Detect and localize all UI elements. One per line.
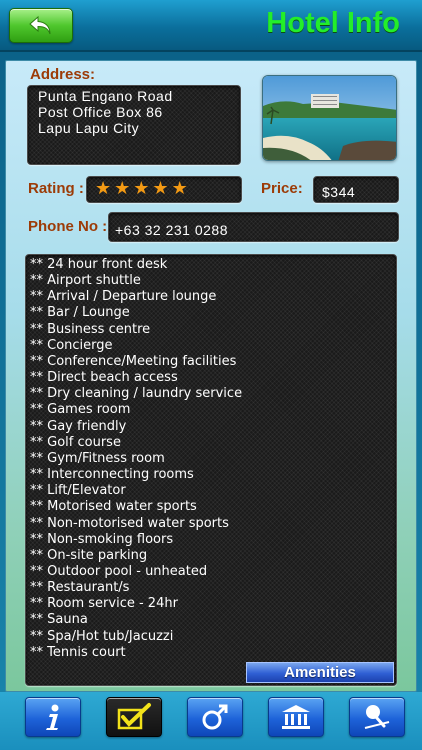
checkmark-icon [117, 703, 151, 730]
amenity-item: ** Sauna [30, 612, 88, 628]
tab-info[interactable] [25, 697, 81, 737]
rating-label: Rating : [28, 180, 84, 197]
phone-value[interactable]: +63 32 231 0288 [115, 222, 228, 238]
amenity-item: ** Outdoor pool - unheated [30, 563, 208, 579]
star-icon: ★ [171, 178, 188, 199]
amenity-item: ** Direct beach access [30, 370, 178, 386]
amenity-item: ** On-site parking [30, 547, 148, 563]
amenity-item: ** Gay friendly [30, 418, 127, 434]
hotel-photo [262, 75, 397, 161]
price-label: Price: [261, 180, 303, 197]
amenity-item: ** Interconnecting rooms [30, 467, 194, 483]
amenity-item: ** Business centre [30, 321, 151, 337]
back-button[interactable] [9, 8, 73, 43]
address-line: Punta Engano Road [38, 88, 173, 104]
amenity-item: ** Tennis court [30, 644, 126, 660]
rating-stars: ★ ★ ★ ★ ★ [87, 177, 241, 199]
tab-amenities[interactable] [106, 697, 162, 737]
amenity-item: ** 24 hour front desk [30, 257, 168, 272]
tab-map[interactable] [349, 697, 405, 737]
amenities-list: ** 24 hour front desk ** Airport shuttle *… [26, 255, 396, 663]
amenity-item: ** Spa/Hot tub/Jacuzzi [30, 628, 174, 644]
phone-label: Phone No : [28, 218, 108, 235]
amenity-item: ** Airport shuttle [30, 273, 141, 289]
amenity-item: ** Non-motorised water sports [30, 515, 229, 531]
rating-box: ★ ★ ★ ★ ★ [86, 176, 242, 203]
amenities-tab[interactable]: Amenities [246, 662, 394, 683]
star-icon: ★ [95, 178, 112, 199]
amenity-item: ** Concierge [30, 337, 113, 353]
amenity-item: ** Bar / Lounge [30, 305, 130, 321]
tab-bank[interactable] [268, 697, 324, 737]
tab-gender[interactable] [187, 697, 243, 737]
address-label: Address: [30, 66, 96, 83]
amenity-item: ** Golf course [30, 434, 121, 450]
bank-building-icon [282, 705, 310, 729]
amenities-box[interactable]: ** 24 hour front desk ** Airport shuttle *… [25, 254, 397, 686]
amenity-item: ** Motorised water sports [30, 499, 197, 515]
page-title: Hotel Info [266, 7, 400, 39]
header-bar: Hotel Info [0, 0, 422, 52]
hotel-info-panel: Address: Punta Engano Road Post Office B… [5, 60, 417, 692]
info-icon [46, 704, 59, 730]
amenity-item: ** Games room [30, 402, 131, 418]
amenity-item: ** Lift/Elevator [30, 483, 126, 499]
amenity-item: ** Restaurant/s [30, 580, 130, 596]
star-icon: ★ [133, 178, 150, 199]
address-line: Post Office Box 86 [38, 104, 163, 120]
amenity-item: ** Conference/Meeting facilities [30, 353, 237, 369]
phone-box[interactable]: +63 32 231 0288 [108, 212, 399, 242]
star-icon: ★ [152, 178, 169, 199]
amenity-item: ** Arrival / Departure lounge [30, 289, 217, 305]
amenity-item: ** Non-smoking floors [30, 531, 174, 547]
amenity-item: ** Dry cleaning / laundry service [30, 386, 243, 402]
bottom-tab-bar [0, 692, 422, 750]
price-box: $344 [313, 176, 399, 203]
address-line: Lapu Lapu City [38, 120, 140, 136]
amenity-item: ** Gym/Fitness room [30, 450, 165, 466]
map-pin-icon [364, 705, 390, 729]
gender-male-icon [202, 704, 228, 730]
amenity-item: ** Room service - 24hr [30, 596, 178, 612]
back-arrow-icon [29, 15, 51, 34]
price-value: $344 [322, 184, 356, 200]
star-icon: ★ [114, 178, 131, 199]
address-box: Punta Engano Road Post Office Box 86 Lap… [27, 85, 241, 165]
